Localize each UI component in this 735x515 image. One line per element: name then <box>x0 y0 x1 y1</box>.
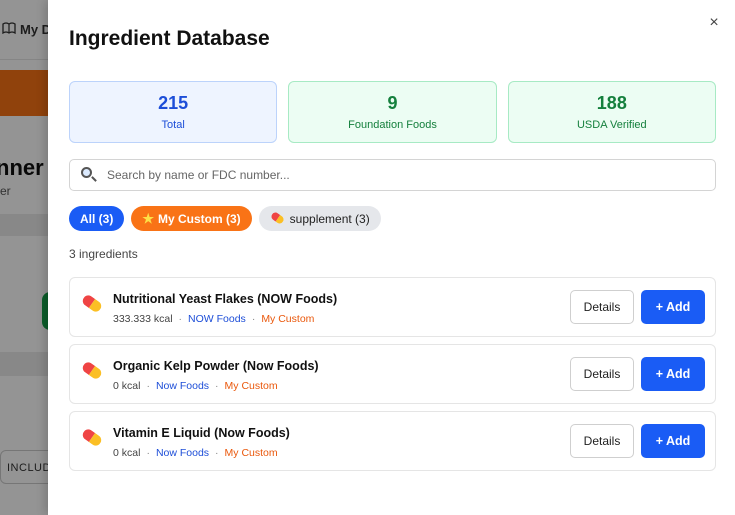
modal-title: Ingredient Database <box>69 27 270 50</box>
close-button[interactable]: × <box>705 14 723 32</box>
filter-label: My Custom (3) <box>158 211 241 226</box>
stat-value: 188 <box>596 93 627 113</box>
ingredient-name: Organic Kelp Powder (Now Foods) <box>113 359 319 373</box>
ingredient-database-modal: × Ingredient Database 215 Total 9 Founda… <box>48 0 735 515</box>
ingredient-brand: Now Foods <box>155 447 210 459</box>
ingredient-kcal: 0 kcal <box>113 447 141 459</box>
filter-label: All (3) <box>80 211 114 226</box>
filter-my-custom-chip[interactable]: ★ My Custom (3) <box>131 206 252 231</box>
list-item: Vitamin E Liquid (Now Foods) 0 kcal · No… <box>69 411 716 471</box>
ingredient-meta: 0 kcal · Now Foods · My Custom <box>113 380 278 392</box>
stat-value: 9 <box>387 93 398 113</box>
stat-usda-verified: 188 USDA Verified <box>507 81 716 143</box>
search-box <box>69 159 716 191</box>
ingredient-list: Nutritional Yeast Flakes (NOW Foods) 333… <box>69 277 716 478</box>
ingredient-brand: Now Foods <box>155 380 210 392</box>
pill-icon <box>80 427 104 448</box>
stat-value: 215 <box>158 93 189 113</box>
details-button[interactable]: Details <box>570 290 634 324</box>
add-button[interactable]: + Add <box>641 424 705 458</box>
ingredient-name: Vitamin E Liquid (Now Foods) <box>113 426 290 440</box>
search-icon <box>80 166 98 184</box>
stat-total: 215 Total <box>69 81 278 143</box>
add-button[interactable]: + Add <box>641 357 705 391</box>
filter-label: supplement (3) <box>289 211 370 226</box>
stat-label: Total <box>161 119 185 131</box>
list-item: Nutritional Yeast Flakes (NOW Foods) 333… <box>69 277 716 337</box>
search-input[interactable] <box>107 168 687 182</box>
list-item: Organic Kelp Powder (Now Foods) 0 kcal ·… <box>69 344 716 404</box>
filter-chips: All (3) ★ My Custom (3) supplement (3) <box>69 206 381 231</box>
separator: · <box>215 447 219 459</box>
ingredient-name: Nutritional Yeast Flakes (NOW Foods) <box>113 292 338 306</box>
stat-label: Foundation Foods <box>348 119 437 131</box>
ingredient-tag: My Custom <box>224 380 278 392</box>
filter-supplement-chip[interactable]: supplement (3) <box>258 206 381 231</box>
star-icon: ★ <box>142 210 154 226</box>
ingredient-tag: My Custom <box>224 447 278 459</box>
stat-label: USDA Verified <box>576 119 647 131</box>
separator: · <box>178 313 183 325</box>
stat-foundation-foods: 9 Foundation Foods <box>288 81 497 143</box>
pill-icon <box>80 360 104 381</box>
pill-icon <box>269 210 286 225</box>
ingredient-meta: 0 kcal · Now Foods · My Custom <box>113 447 278 459</box>
separator: · <box>251 313 256 325</box>
ingredient-brand: NOW Foods <box>188 313 246 325</box>
add-button[interactable]: + Add <box>641 290 705 324</box>
ingredient-meta: 333.333 kcal · NOW Foods · My Custom <box>113 313 314 325</box>
stats-row: 215 Total 9 Foundation Foods 188 USDA Ve… <box>69 81 716 143</box>
results-count: 3 ingredients <box>69 247 138 261</box>
pill-icon <box>80 293 104 314</box>
separator: · <box>146 380 150 392</box>
ingredient-kcal: 333.333 kcal <box>113 313 173 325</box>
ingredient-kcal: 0 kcal <box>113 380 141 392</box>
filter-all-chip[interactable]: All (3) <box>69 206 125 231</box>
separator: · <box>146 447 150 459</box>
details-button[interactable]: Details <box>570 424 634 458</box>
separator: · <box>215 380 219 392</box>
details-button[interactable]: Details <box>570 357 634 391</box>
ingredient-tag: My Custom <box>261 313 315 325</box>
